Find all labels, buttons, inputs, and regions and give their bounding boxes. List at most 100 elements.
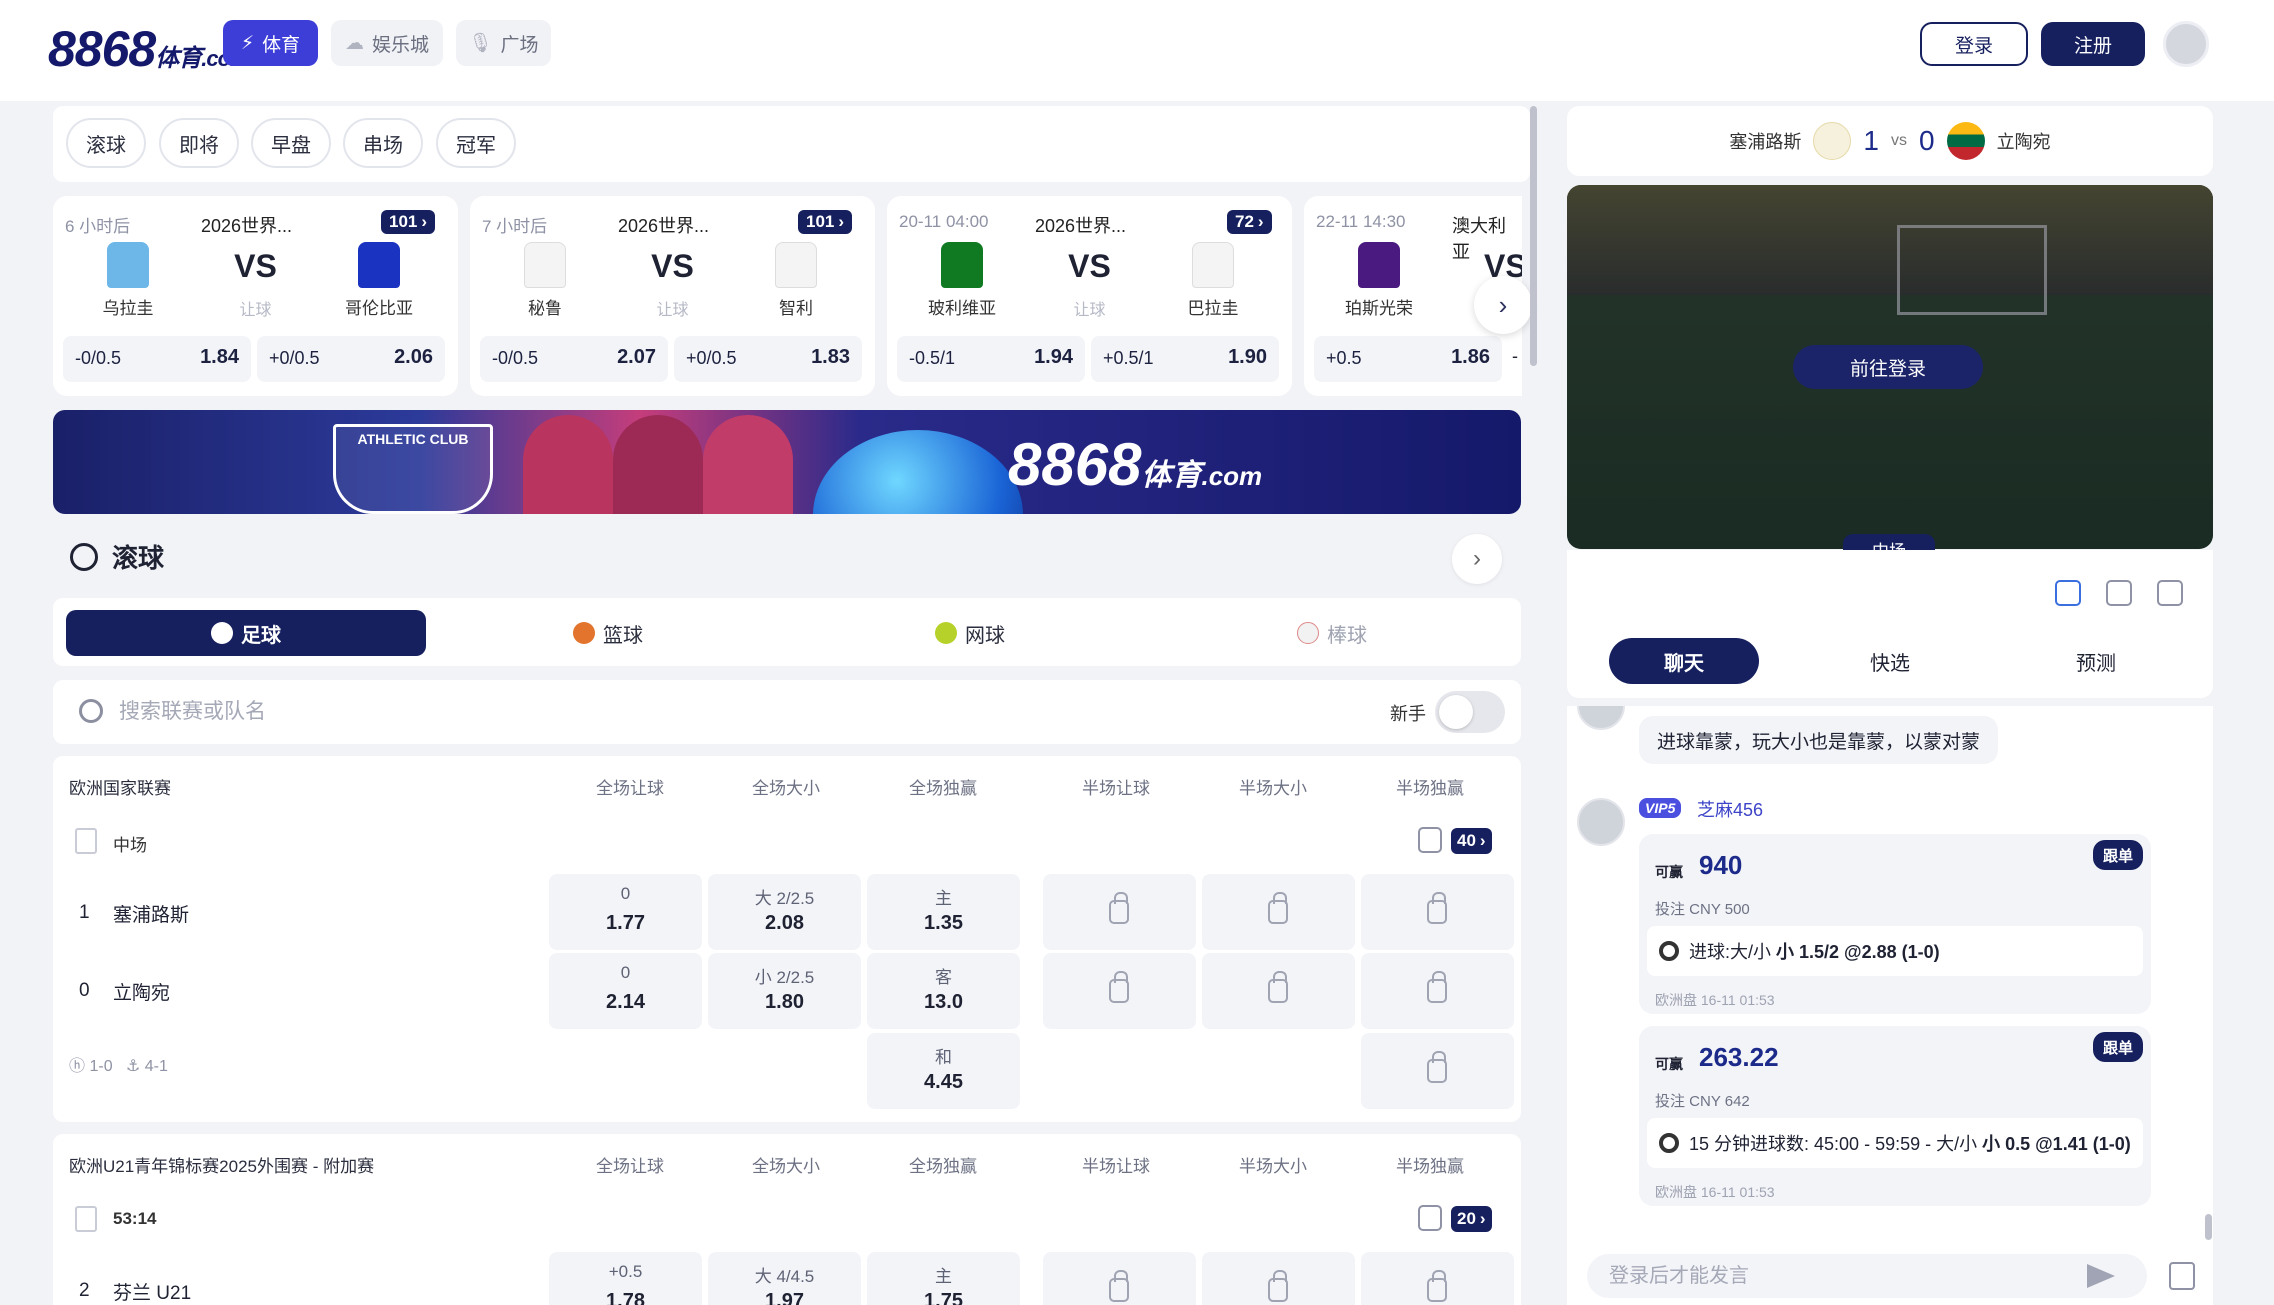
sport-tab-tennis[interactable]: 网球 <box>790 610 1150 656</box>
field-icon[interactable] <box>2106 580 2132 606</box>
live-more-button[interactable]: › <box>1452 534 1502 584</box>
video-play-icon[interactable] <box>1418 1205 1442 1231</box>
follow-bet-button[interactable]: 跟单 <box>2092 840 2143 870</box>
odds-value: 1.80 <box>765 991 804 1013</box>
tab-upcoming[interactable]: 即将 <box>159 118 239 168</box>
odds-button[interactable]: -0/0.5 1.84 <box>63 336 251 382</box>
more-markets-badge[interactable]: 40 › <box>1451 828 1492 854</box>
cards-next-button[interactable]: › <box>1474 276 1532 334</box>
handicap: - <box>1512 346 1518 366</box>
tab-chat[interactable]: 聊天 <box>1609 638 1759 684</box>
chevron-right-icon: › <box>1257 212 1264 231</box>
odds-button[interactable]: -0.5/1 1.94 <box>897 336 1085 382</box>
football-icon <box>211 622 233 644</box>
odds-button[interactable]: 0 2.14 <box>549 953 702 1029</box>
nav-casino[interactable]: ☁ 娱乐城 <box>331 20 443 66</box>
odds-button[interactable]: -0/0.5 2.07 <box>480 336 668 382</box>
chat-input[interactable] <box>1587 1254 2147 1298</box>
promo-banner[interactable]: ATHLETIC CLUB 8868体育.com <box>53 410 1521 514</box>
odds-line: 客 <box>935 968 952 987</box>
card-badge[interactable]: 101 › <box>798 210 853 234</box>
halftime-icon: ⓗ <box>69 1058 86 1075</box>
football-icon <box>1659 1133 1679 1153</box>
odds-button[interactable]: +0.5 1.86 <box>1314 336 1502 382</box>
badge-count: 72 <box>1235 212 1254 231</box>
sport-tab-baseball[interactable]: 棒球 <box>1152 610 1512 656</box>
bet-note-icon[interactable] <box>2169 1262 2195 1290</box>
sport-tabs: 足球 篮球 网球 棒球 <box>53 598 1521 666</box>
col-header: 半场独赢 <box>1396 1157 1464 1176</box>
odds-button[interactable]: +0.5/1 1.90 <box>1091 336 1279 382</box>
mic-icon[interactable] <box>1418 827 1442 853</box>
odds-button[interactable]: +0/0.5 2.06 <box>257 336 445 382</box>
match-scoreboard: 塞浦路斯 1 vs 0 立陶宛 <box>1567 106 2213 176</box>
go-login-button[interactable]: 前往登录 <box>1793 345 1983 389</box>
send-icon[interactable] <box>2087 1264 2115 1288</box>
handicap: +0/0.5 <box>269 348 320 368</box>
site-logo[interactable]: 8868体育.com <box>48 20 250 78</box>
novice-toggle[interactable] <box>1435 691 1505 733</box>
bookmark-icon[interactable] <box>75 1206 97 1232</box>
card-badge[interactable]: 101 › <box>381 210 436 234</box>
odds-button[interactable]: 客 13.0 <box>867 953 1020 1029</box>
chat-scrollbar[interactable] <box>2205 1214 2212 1240</box>
user-avatar[interactable] <box>2163 21 2209 67</box>
follow-bet-button[interactable]: 跟单 <box>2092 1032 2143 1062</box>
search-input[interactable] <box>119 692 819 732</box>
player-image <box>613 415 703 514</box>
chevron-right-icon: › <box>1479 831 1486 850</box>
chat-panel: 进球靠蒙，玩大小也是靠蒙，以蒙对蒙 VIP5 芝麻456 可赢 940 跟单 投… <box>1567 706 2213 1242</box>
bookmark-icon[interactable] <box>75 828 97 854</box>
chat-username[interactable]: 芝麻456 <box>1697 796 1763 822</box>
flag-icon <box>1946 122 1985 160</box>
bet-time: 欧洲盘 16-11 01:53 <box>1655 1184 1775 1200</box>
odds-button[interactable]: 主 1.75 <box>867 1252 1020 1305</box>
handicap: +0/0.5 <box>686 348 737 368</box>
tab-quickpick[interactable]: 快选 <box>1815 638 1965 684</box>
bet-stake: 投注 CNY 642 <box>1655 1093 1750 1110</box>
tab-predict[interactable]: 预测 <box>2021 638 2171 684</box>
card-badge[interactable]: 72 › <box>1227 210 1272 234</box>
nav-plaza[interactable]: 🎙 广场 <box>456 20 551 66</box>
login-button[interactable]: 登录 <box>1920 22 2028 66</box>
tab-early[interactable]: 早盘 <box>251 118 331 168</box>
team-name: 立陶宛 <box>113 983 171 1004</box>
match-card[interactable]: 20-11 04:00 2026世界... 72 › VS 让球 玻利维亚 巴拉圭… <box>887 196 1292 396</box>
shirt-icon <box>1358 242 1400 288</box>
nav-label: 体育 <box>262 34 301 56</box>
live-ball-icon <box>70 542 98 571</box>
bet-stake: 投注 CNY 500 <box>1655 901 1750 918</box>
odds-button[interactable]: +0/0.5 1.83 <box>674 336 862 382</box>
odds-value: 1.90 <box>1228 346 1267 368</box>
lock-icon <box>1268 1270 1288 1302</box>
odds-button[interactable]: 小 2/2.5 1.80 <box>708 953 861 1029</box>
home-score: 1 <box>1863 125 1879 156</box>
odds-button-draw[interactable]: 和 4.45 <box>867 1033 1020 1109</box>
odds-button[interactable]: 大 4/4.5 1.97 <box>708 1252 861 1305</box>
odds-button[interactable]: 主 1.35 <box>867 874 1020 950</box>
more-markets-badge[interactable]: 20 › <box>1451 1206 1492 1232</box>
odds-button[interactable]: +0.5 1.78 <box>549 1252 702 1305</box>
play-icon[interactable] <box>2055 580 2081 606</box>
tab-parlay[interactable]: 串场 <box>343 118 423 168</box>
live-section-title: 滚球 <box>70 538 164 575</box>
main-scrollbar[interactable] <box>1530 106 1537 366</box>
cloud-icon: ☁ <box>344 32 364 54</box>
stats-icon[interactable] <box>2157 580 2183 606</box>
match-card[interactable]: 6 小时后 2026世界... 101 › VS 让球 乌拉圭 哥伦比亚 -0/0… <box>53 196 458 396</box>
sport-tab-basketball[interactable]: 篮球 <box>428 610 788 656</box>
nav-sport[interactable]: ⚡ 体育 <box>223 20 318 66</box>
lock-icon <box>1109 892 1129 924</box>
tab-live[interactable]: 滚球 <box>66 118 146 168</box>
odds-button[interactable]: 大 2/2.5 2.08 <box>708 874 861 950</box>
sport-tab-football[interactable]: 足球 <box>66 610 426 656</box>
home-team: 乌拉圭 <box>102 299 154 318</box>
lock-icon <box>1109 971 1129 1003</box>
match-stats: ⓗ 1-0 ⚓ 4-1 <box>69 1052 168 1076</box>
match-card[interactable]: 7 小时后 2026世界... 101 › VS 让球 秘鲁 智利 -0/0.5 2… <box>470 196 875 396</box>
tab-outright[interactable]: 冠军 <box>436 118 516 168</box>
odds-value: 2.06 <box>394 346 433 368</box>
badge-count: 101 <box>806 212 835 231</box>
register-button[interactable]: 注册 <box>2041 22 2145 66</box>
odds-button[interactable]: 0 1.77 <box>549 874 702 950</box>
